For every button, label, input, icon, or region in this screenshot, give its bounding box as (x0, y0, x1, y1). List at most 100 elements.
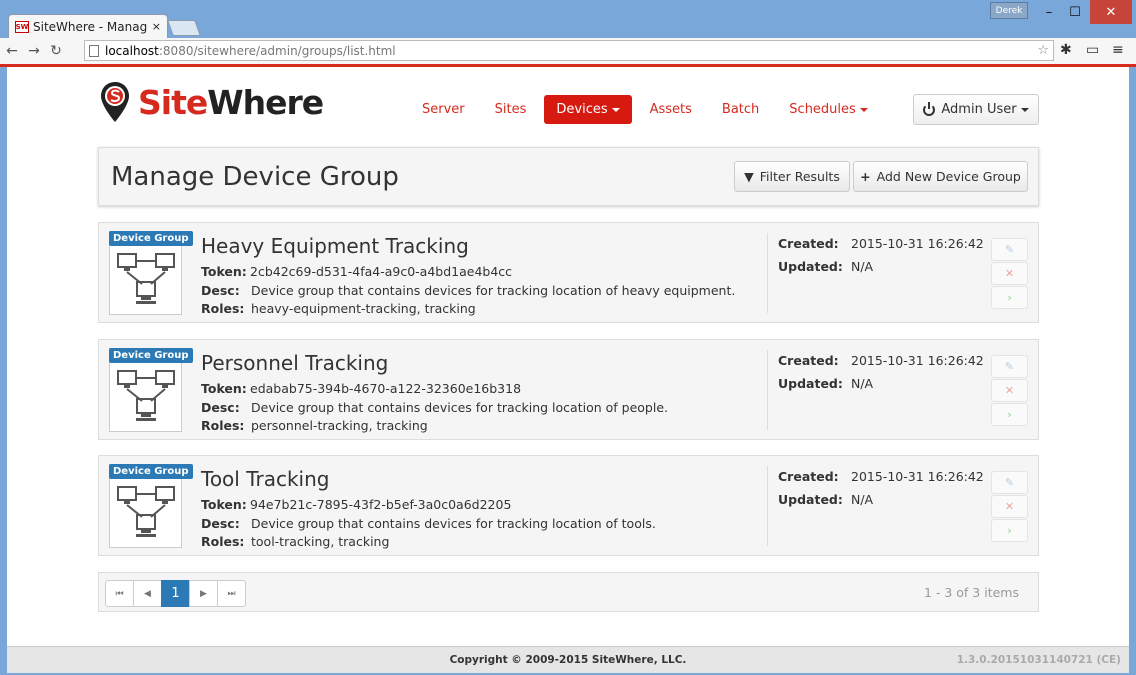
roles-value: heavy-equipment-tracking, tracking (251, 301, 476, 316)
tab-close-icon[interactable]: × (152, 20, 161, 33)
next-page-button[interactable]: ▶ (189, 580, 218, 607)
device-group-name[interactable]: Heavy Equipment Tracking (201, 234, 469, 258)
filter-results-label: Filter Results (759, 169, 840, 184)
browser-tab[interactable]: SW SiteWhere - Manage × (8, 14, 168, 38)
edit-group-button[interactable]: ✎ (991, 355, 1028, 378)
page-title: Manage Device Group (111, 162, 399, 192)
roles-value: tool-tracking, tracking (251, 534, 390, 549)
roles-value: personnel-tracking, tracking (251, 418, 428, 433)
pagination-bar: ⏮ ◀ 1 ▶ ⏭ 1 - 3 of 3 items (98, 572, 1039, 612)
token-value: 2cb42c69-d531-4fa4-a9c0-a4bd1ae4b4cc (250, 264, 513, 279)
version-text: 1.3.0.20151031140721 (CE) (956, 654, 1121, 666)
desc-value: Device group that contains devices for t… (251, 400, 668, 415)
created-value: 2015-10-31 16:26:42 (851, 236, 984, 251)
open-group-button[interactable]: › (991, 286, 1028, 309)
device-group-badge: Device Group (109, 348, 193, 363)
roles-row: Roles: personnel-tracking, tracking (201, 418, 428, 433)
roles-row: Roles: tool-tracking, tracking (201, 534, 389, 549)
pager-info: 1 - 3 of 3 items (923, 585, 1019, 600)
desc-value: Device group that contains devices for t… (251, 283, 736, 298)
edit-icon: ✎ (1004, 360, 1015, 373)
nav-schedules[interactable]: Schedules (777, 95, 880, 124)
prev-page-button[interactable]: ◀ (133, 580, 162, 607)
created-value: 2015-10-31 16:26:42 (851, 353, 984, 368)
page-1-button[interactable]: 1 (161, 580, 190, 607)
created-value: 2015-10-31 16:26:42 (851, 469, 984, 484)
edit-icon: ✎ (1004, 243, 1015, 256)
footer: Copyright © 2009-2015 SiteWhere, LLC. 1.… (7, 646, 1129, 673)
updated-label: Updated: (778, 492, 843, 507)
edit-group-button[interactable]: ✎ (991, 471, 1028, 494)
chrome-menu-icon[interactable]: ≡ (1112, 42, 1124, 58)
window-frame-left (0, 67, 7, 675)
user-menu-label: Admin User (941, 102, 1017, 117)
bookmark-star-icon[interactable]: ☆ (1037, 43, 1049, 58)
delete-group-button[interactable]: ✕ (991, 495, 1028, 518)
nav-devices[interactable]: Devices (544, 95, 632, 124)
delete-group-button[interactable]: ✕ (991, 379, 1028, 402)
device-group-card[interactable]: Device Group Tool Tracking Token: 94e7b21c-… (98, 455, 1039, 556)
desc-label: Desc: (201, 400, 240, 415)
window-minimize-button[interactable]: – (1036, 0, 1062, 24)
window-maximize-button[interactable]: ☐ (1062, 0, 1088, 24)
updated-label: Updated: (778, 376, 843, 391)
nav-batch[interactable]: Batch (710, 95, 771, 124)
updated-row: Updated: N/A (778, 492, 873, 507)
back-arrow-icon[interactable]: ← (2, 43, 22, 59)
updated-label: Updated: (778, 259, 843, 274)
chevron-right-icon: › (1007, 291, 1012, 304)
device-group-card[interactable]: Device Group Heavy Equipment Tracking Toke… (98, 222, 1039, 323)
filter-results-button[interactable]: ▼ Filter Results (734, 161, 850, 192)
token-row: Token: 2cb42c69-d531-4fa4-a9c0-a4bd1ae4b4… (201, 264, 512, 279)
window-close-button[interactable]: ✕ (1090, 0, 1132, 24)
add-device-group-button[interactable]: + Add New Device Group (853, 161, 1028, 192)
device-group-card[interactable]: Device Group Personnel Tracking Token: edab… (98, 339, 1039, 440)
updated-value: N/A (851, 259, 874, 274)
caret-down-icon (859, 107, 868, 112)
network-computers-icon (117, 253, 175, 304)
card-divider (767, 466, 768, 546)
nav-server[interactable]: Server (410, 95, 477, 124)
open-group-button[interactable]: › (991, 519, 1028, 542)
last-page-button[interactable]: ⏭ (217, 580, 246, 607)
address-bar[interactable]: localhost:8080/sitewhere/admin/groups/li… (84, 40, 1054, 61)
desc-row: Desc: Device group that contains devices … (201, 283, 735, 298)
edit-icon: ✎ (1004, 476, 1015, 489)
cast-icon[interactable]: ▭ (1086, 42, 1099, 58)
nav-sites[interactable]: Sites (483, 95, 539, 124)
new-tab-button[interactable] (167, 20, 201, 36)
token-row: Token: 94e7b21c-7895-43f2-b5ef-3a0c0a6d22… (201, 497, 511, 512)
device-group-image: Device Group (109, 231, 193, 315)
favicon-icon: SW (15, 20, 29, 33)
filter-icon: ▼ (744, 169, 754, 184)
caret-down-icon (611, 107, 620, 112)
open-group-button[interactable]: › (991, 403, 1028, 426)
delete-icon: ✕ (1004, 384, 1015, 397)
created-row: Created: 2015-10-31 16:26:42 (778, 236, 984, 251)
device-group-name[interactable]: Tool Tracking (201, 467, 329, 491)
device-group-name[interactable]: Personnel Tracking (201, 351, 388, 375)
updated-value: N/A (851, 376, 874, 391)
url-host: localhost (105, 43, 159, 58)
roles-label: Roles: (201, 418, 245, 433)
first-page-button[interactable]: ⏮ (105, 580, 134, 607)
nav-assets[interactable]: Assets (638, 95, 704, 124)
delete-icon: ✕ (1004, 267, 1015, 280)
user-menu-button[interactable]: Admin User (913, 94, 1039, 125)
device-group-badge: Device Group (109, 231, 193, 246)
token-value: 94e7b21c-7895-43f2-b5ef-3a0c0a6d2205 (250, 497, 512, 512)
delete-group-button[interactable]: ✕ (991, 262, 1028, 285)
location-pin-icon (101, 82, 129, 122)
reload-icon[interactable]: ↻ (46, 43, 66, 59)
browser-user-badge[interactable]: Derek (990, 2, 1028, 19)
updated-row: Updated: N/A (778, 376, 873, 391)
edit-group-button[interactable]: ✎ (991, 238, 1028, 261)
forward-arrow-icon[interactable]: → (24, 43, 44, 59)
browser-titlebar: SW SiteWhere - Manage × Derek – ☐ ✕ (0, 0, 1136, 38)
device-group-image: Device Group (109, 464, 193, 548)
plus-icon: + (860, 169, 871, 184)
sitewhere-logo[interactable]: SiteWhere (100, 80, 324, 124)
roles-row: Roles: heavy-equipment-tracking, tracking (201, 301, 476, 316)
settings-gear-icon[interactable]: ✱ (1060, 42, 1072, 58)
updated-row: Updated: N/A (778, 259, 873, 274)
